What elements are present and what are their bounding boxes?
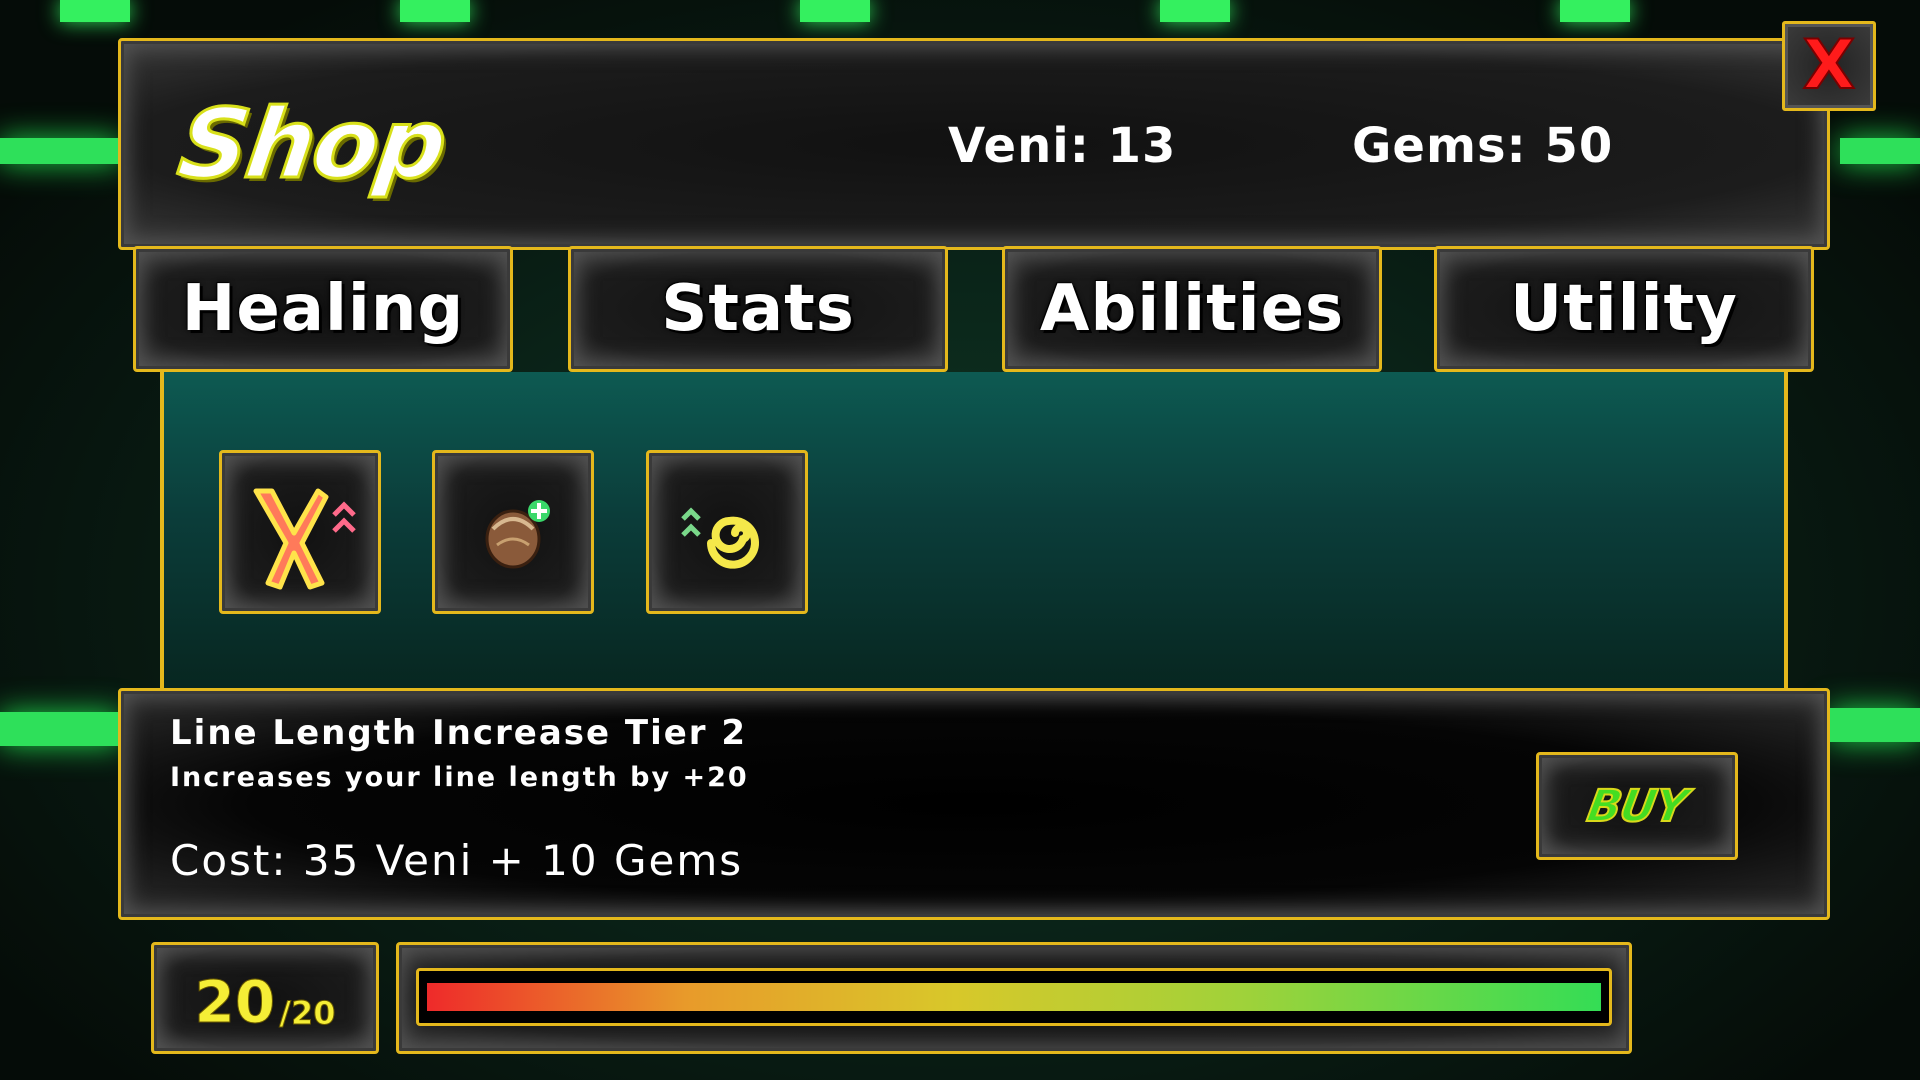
spiral-upgrade-icon [681,507,759,569]
tab-stats[interactable]: Stats [568,246,948,372]
line-length-max: /20 [279,994,336,1032]
bg-light [1560,0,1630,22]
shop-item-slot[interactable] [646,450,808,614]
tab-utility-label: Utility [1510,272,1738,346]
line-length-increase-icon [253,488,356,590]
bg-light [0,712,120,746]
close-icon: X [1802,26,1856,105]
shop-item-slot[interactable] [432,450,594,614]
shop-item-slot[interactable] [219,450,381,614]
item-name: Line Length Increase Tier 2 [170,713,748,753]
tab-abilities-label: Abilities [1039,272,1345,346]
shop-title: Shop [171,87,454,202]
bg-light [60,0,130,22]
item-description: Increases your line length by +20 [170,762,749,793]
tab-healing[interactable]: Healing [133,246,513,372]
shop-items-area [160,372,1788,690]
line-length-current: 20 [194,968,276,1036]
buy-button-label: BUY [1582,780,1691,833]
tab-utility[interactable]: Utility [1434,246,1814,372]
bg-light [1840,138,1920,164]
line-length-counter: 20 /20 [151,942,379,1054]
seed-health-icon [485,500,550,569]
close-button[interactable]: X [1782,21,1876,111]
tab-abilities[interactable]: Abilities [1002,246,1382,372]
bg-light [400,0,470,22]
buy-button[interactable]: BUY [1536,752,1738,860]
tab-healing-label: Healing [181,272,465,346]
veni-counter: Veni: 13 [948,118,1177,174]
bg-light [1830,708,1920,742]
line-length-bar-fill [427,983,1601,1011]
bg-light [800,0,870,22]
gems-counter: Gems: 50 [1352,118,1614,174]
tab-stats-label: Stats [661,272,855,346]
line-length-bar [416,968,1612,1026]
item-cost: Cost: 35 Veni + 10 Gems [170,836,744,885]
bg-light [1160,0,1230,22]
bg-light [0,138,120,164]
